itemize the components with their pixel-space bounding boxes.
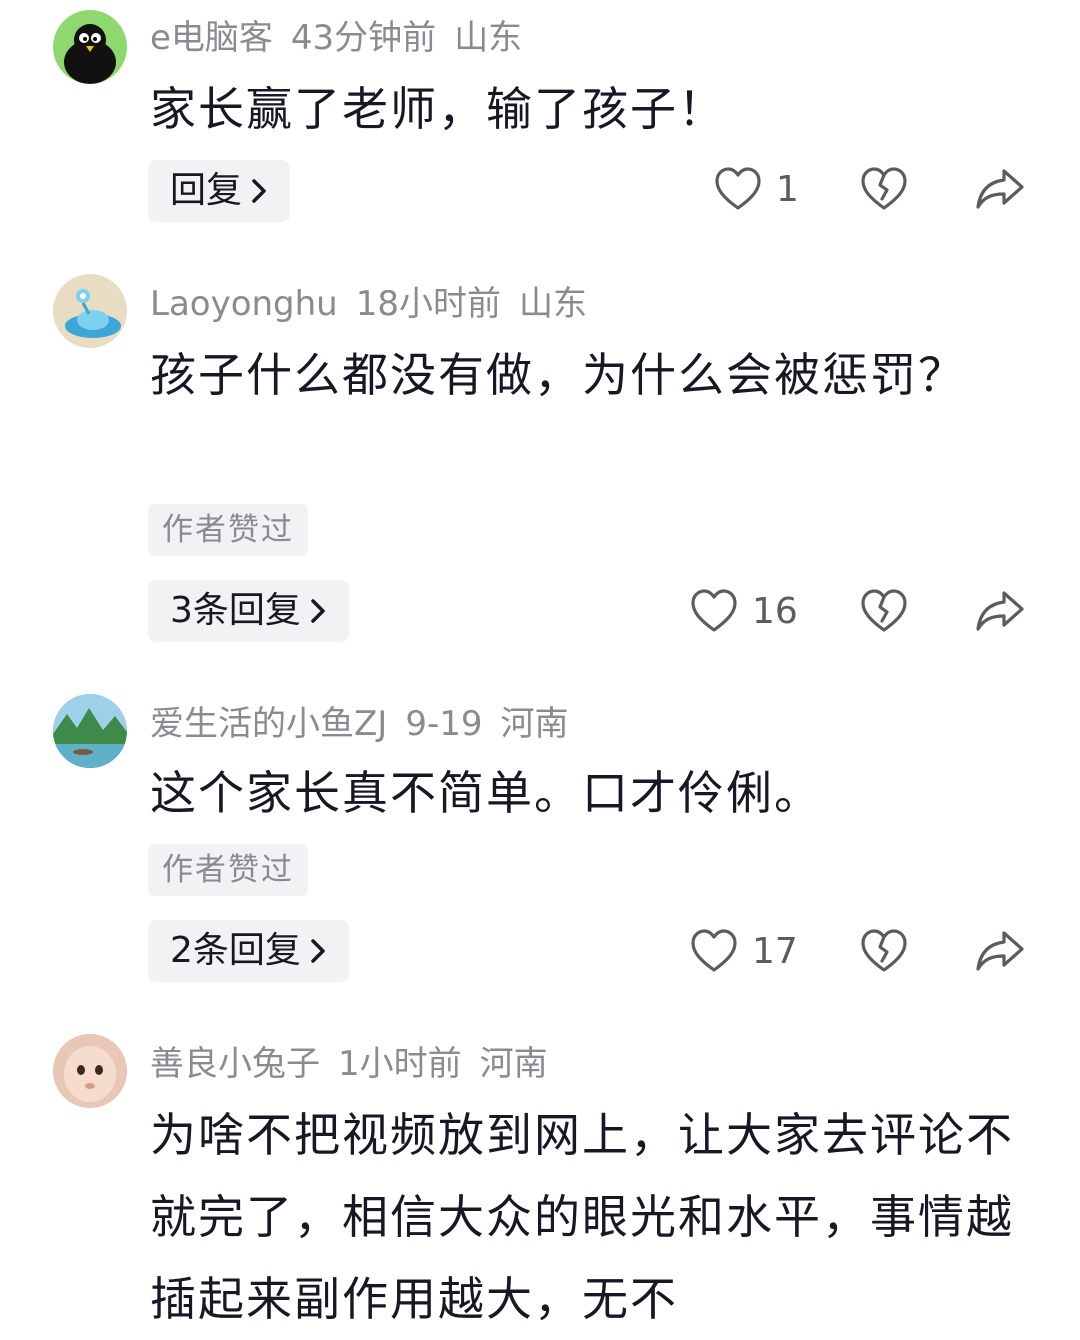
chevron-right-icon xyxy=(309,937,327,965)
username[interactable]: Laoyonghu xyxy=(150,284,338,324)
broken-heart-icon xyxy=(860,166,908,212)
like-count: 16 xyxy=(752,590,798,632)
reply-button[interactable]: 回复 xyxy=(148,160,291,222)
view-replies-button[interactable]: 2条回复 xyxy=(148,920,349,982)
dislike-button[interactable] xyxy=(860,928,908,974)
comment-time: 43分钟前 xyxy=(290,18,437,58)
avatar[interactable] xyxy=(53,694,127,768)
like-count: 17 xyxy=(752,930,798,972)
comment-location: 山东 xyxy=(519,284,587,324)
reply-label: 回复 xyxy=(170,170,243,211)
like-count: 1 xyxy=(776,168,799,210)
heart-outline-icon xyxy=(690,588,738,634)
author-liked-badge: 作者赞过 xyxy=(148,844,308,896)
author-liked-badge: 作者赞过 xyxy=(148,504,308,556)
share-button[interactable] xyxy=(974,928,1026,974)
reply-label: 2条回复 xyxy=(170,930,301,971)
reply-label: 3条回复 xyxy=(170,590,301,631)
like-button[interactable]: 17 xyxy=(690,928,798,974)
broken-heart-icon xyxy=(860,588,908,634)
chevron-right-icon xyxy=(309,597,327,625)
username[interactable]: 善良小兔子 xyxy=(150,1044,320,1084)
comment-text: 家长赢了老师，输了孩子！ xyxy=(150,82,726,136)
comment-time: 9-19 xyxy=(405,704,483,744)
comment-location: 河南 xyxy=(479,1044,548,1084)
heart-outline-icon xyxy=(690,928,738,974)
comment-meta: 爱生活的小鱼ZJ 9-19 河南 xyxy=(150,702,587,746)
comment-meta: e电脑客 43分钟前 山东 xyxy=(150,16,540,60)
comment-time: 18小时前 xyxy=(355,284,501,324)
like-button[interactable]: 1 xyxy=(714,166,799,212)
chevron-right-icon xyxy=(250,177,268,205)
comment-meta: Laoyonghu 18小时前 山东 xyxy=(150,282,605,326)
share-arrow-icon xyxy=(974,928,1026,974)
share-button[interactable] xyxy=(974,588,1026,634)
comment-text: 这个家长真不简单。口才伶俐。 xyxy=(150,766,822,820)
broken-heart-icon xyxy=(860,928,908,974)
username[interactable]: e电脑客 xyxy=(150,18,273,58)
comment-text: 孩子什么都没有做，为什么会被惩罚？ xyxy=(150,348,966,402)
avatar[interactable] xyxy=(53,274,127,348)
comment-meta: 善良小兔子 1小时前 河南 xyxy=(150,1042,566,1086)
heart-outline-icon xyxy=(714,166,762,212)
share-button[interactable] xyxy=(974,166,1026,212)
avatar[interactable] xyxy=(53,10,127,84)
dislike-button[interactable] xyxy=(860,166,908,212)
comment-time: 1小时前 xyxy=(338,1044,462,1084)
comment-location: 河南 xyxy=(500,704,569,744)
comment-location: 山东 xyxy=(454,18,523,58)
username[interactable]: 爱生活的小鱼ZJ xyxy=(150,704,387,744)
view-replies-button[interactable]: 3条回复 xyxy=(148,580,349,642)
comment-text: 为啥不把视频放到网上，让大家去评论不就完了，相信大众的眼光和水平，事情越插起来副… xyxy=(150,1108,1014,1326)
share-arrow-icon xyxy=(974,166,1026,212)
share-arrow-icon xyxy=(974,588,1026,634)
like-button[interactable]: 16 xyxy=(690,588,798,634)
dislike-button[interactable] xyxy=(860,588,908,634)
avatar[interactable] xyxy=(53,1034,127,1108)
